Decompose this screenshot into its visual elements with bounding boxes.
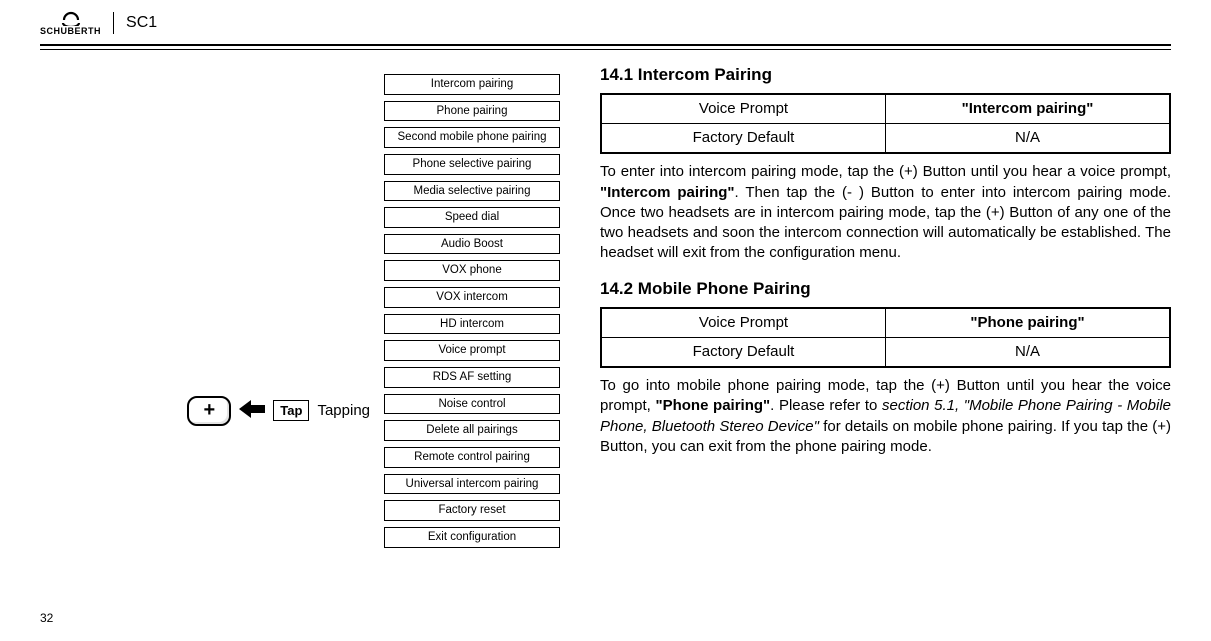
menu-item: Noise control bbox=[384, 394, 560, 415]
menu-item: VOX phone bbox=[384, 260, 560, 281]
table-cell: Voice Prompt bbox=[601, 94, 886, 124]
menu-item: Remote control pairing bbox=[384, 447, 560, 468]
menu-list: Intercom pairing Phone pairing Second mobi… bbox=[384, 74, 560, 548]
helmet-icon bbox=[60, 10, 82, 26]
table-cell: "Intercom pairing" bbox=[886, 94, 1171, 124]
table-cell: Factory Default bbox=[601, 337, 886, 367]
left-column: + Tap Tapping Intercom pairing Phone pair… bbox=[40, 64, 560, 548]
table-cell: Voice Prompt bbox=[601, 308, 886, 338]
right-column: 14.1 Intercom Pairing Voice Prompt "Inte… bbox=[600, 64, 1171, 548]
section-title-14-1: 14.1 Intercom Pairing bbox=[600, 64, 1171, 87]
header-rule bbox=[40, 44, 1171, 50]
table-cell: N/A bbox=[886, 337, 1171, 367]
brand-logo: SCHUBERTH bbox=[40, 10, 101, 36]
menu-item: Delete all pairings bbox=[384, 420, 560, 441]
menu-item: Exit configuration bbox=[384, 527, 560, 548]
menu-item: Voice prompt bbox=[384, 340, 560, 361]
logo-block: SCHUBERTH SC1 bbox=[40, 10, 157, 36]
page-header: SCHUBERTH SC1 bbox=[40, 10, 1171, 42]
menu-item: Intercom pairing bbox=[384, 74, 560, 95]
section-title-14-2: 14.2 Mobile Phone Pairing bbox=[600, 278, 1171, 301]
phone-pairing-table: Voice Prompt "Phone pairing" Factory Def… bbox=[600, 307, 1171, 369]
plus-button-icon: + bbox=[187, 396, 231, 426]
menu-item: Media selective pairing bbox=[384, 181, 560, 202]
page-number: 32 bbox=[40, 611, 53, 625]
section-14-2-paragraph: To go into mobile phone pairing mode, ta… bbox=[600, 376, 1171, 457]
tap-group: + Tap Tapping bbox=[187, 396, 370, 426]
brand-name: SCHUBERTH bbox=[40, 26, 101, 36]
header-divider bbox=[113, 12, 114, 34]
table-cell: N/A bbox=[886, 124, 1171, 154]
table-cell: "Phone pairing" bbox=[886, 308, 1171, 338]
tap-box: Tap bbox=[273, 400, 309, 421]
menu-item: Second mobile phone pairing bbox=[384, 127, 560, 148]
model-name: SC1 bbox=[126, 14, 157, 32]
menu-item: Speed dial bbox=[384, 207, 560, 228]
arrow-left-icon bbox=[239, 398, 265, 424]
section-14-1-paragraph: To enter into intercom pairing mode, tap… bbox=[600, 162, 1171, 263]
menu-item: VOX intercom bbox=[384, 287, 560, 308]
menu-item: RDS AF setting bbox=[384, 367, 560, 388]
menu-item: HD intercom bbox=[384, 314, 560, 335]
menu-item: Phone selective pairing bbox=[384, 154, 560, 175]
table-cell: Factory Default bbox=[601, 124, 886, 154]
menu-item: Phone pairing bbox=[384, 101, 560, 122]
intercom-pairing-table: Voice Prompt "Intercom pairing" Factory … bbox=[600, 93, 1171, 155]
menu-item: Audio Boost bbox=[384, 234, 560, 255]
tap-label: Tapping bbox=[317, 402, 370, 419]
menu-item: Factory reset bbox=[384, 500, 560, 521]
menu-item: Universal intercom pairing bbox=[384, 474, 560, 495]
